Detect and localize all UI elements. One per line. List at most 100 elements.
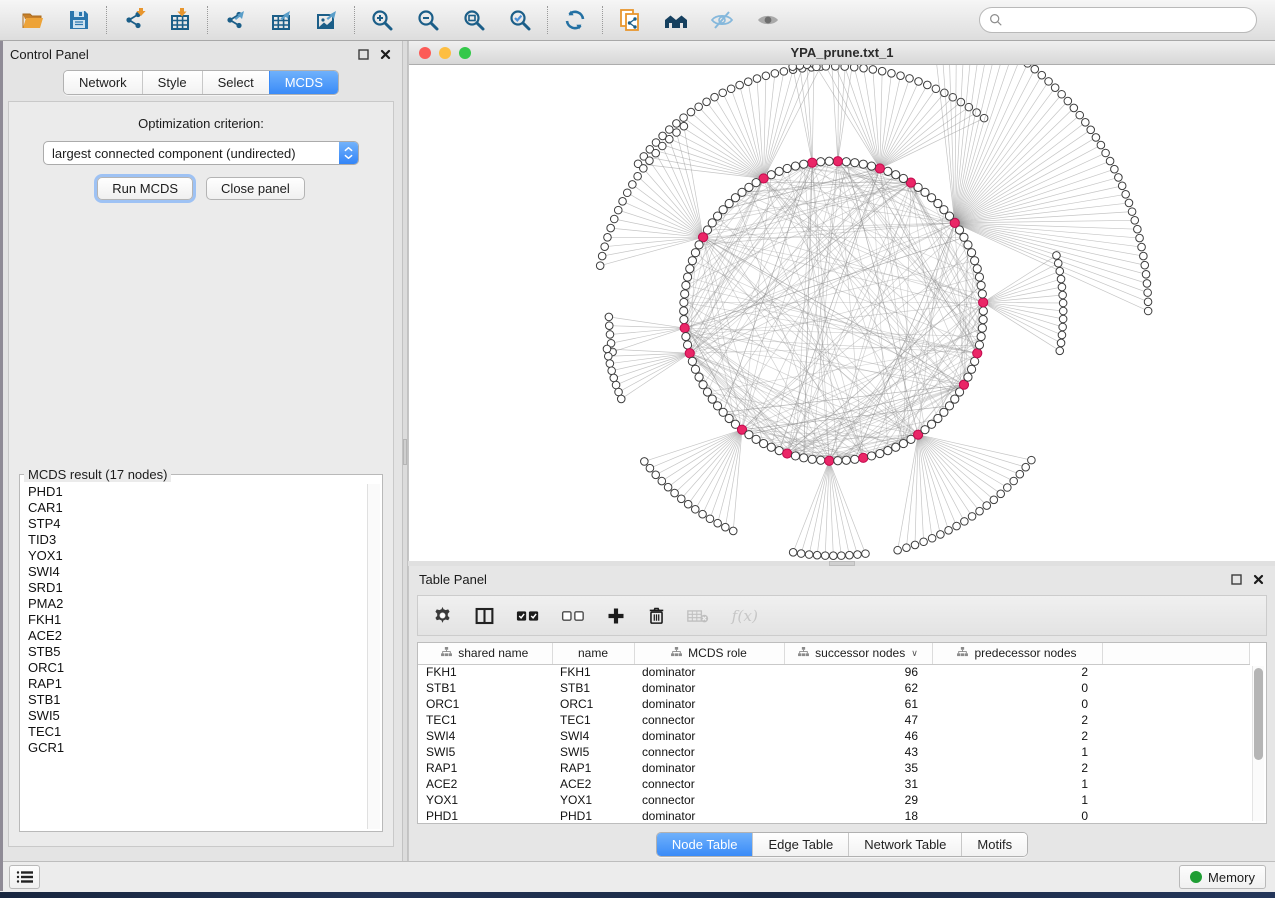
mcds-result-item[interactable]: FKH1	[22, 612, 366, 628]
memory-label: Memory	[1208, 870, 1255, 885]
table-row[interactable]: STB1STB1dominator620	[418, 680, 1250, 696]
deselect-all-icon[interactable]	[561, 604, 585, 628]
settings-icon[interactable]	[432, 604, 453, 628]
control-panel: Control Panel NetworkStyleSelectMCDS Opt…	[0, 41, 402, 861]
mcds-result-item[interactable]: YOX1	[22, 548, 366, 564]
export-image-icon[interactable]	[314, 7, 340, 33]
zoom-selected-icon[interactable]	[507, 7, 533, 33]
memory-button[interactable]: Memory	[1179, 865, 1266, 889]
tab-mcds[interactable]: MCDS	[269, 71, 338, 94]
open-icon[interactable]	[20, 7, 46, 33]
mcds-result-item[interactable]: PMA2	[22, 596, 366, 612]
table-scrollbar-thumb[interactable]	[1254, 668, 1263, 760]
tab-edge-table[interactable]: Edge Table	[752, 833, 848, 856]
mcds-result-item[interactable]: RAP1	[22, 676, 366, 692]
mcds-result-item[interactable]: TID3	[22, 532, 366, 548]
zoom-in-icon[interactable]	[369, 7, 395, 33]
table-toolbar: f(x)	[417, 595, 1267, 636]
table-row[interactable]: RAP1RAP1dominator352	[418, 760, 1250, 776]
copy-network-icon[interactable]	[617, 7, 643, 33]
column-header-MCDS-role[interactable]: MCDS role	[634, 643, 784, 664]
run-mcds-button[interactable]: Run MCDS	[97, 177, 193, 200]
zoom-out-icon[interactable]	[415, 7, 441, 33]
network-window-title: YPA_prune.txt_1	[790, 45, 893, 60]
mcds-result-item[interactable]: SRD1	[22, 580, 366, 596]
tab-motifs[interactable]: Motifs	[961, 833, 1027, 856]
import-table-icon[interactable]	[167, 7, 193, 33]
horizontal-splitter[interactable]	[408, 561, 1275, 566]
export-network-icon[interactable]	[222, 7, 248, 33]
delete-row-icon[interactable]	[647, 604, 666, 628]
column-header-filler	[1102, 643, 1250, 664]
export-table-icon[interactable]	[268, 7, 294, 33]
mcds-result-item[interactable]: SWI5	[22, 708, 366, 724]
optimization-criterion-label: Optimization criterion:	[138, 116, 264, 131]
float-panel-icon[interactable]	[357, 48, 370, 61]
mcds-result-list[interactable]: PHD1CAR1STP4TID3YOX1SWI4SRD1PMA2FKH1ACE2…	[22, 484, 366, 829]
mcds-result-item[interactable]: ORC1	[22, 660, 366, 676]
mcds-result-item[interactable]: STB1	[22, 692, 366, 708]
table-row[interactable]: SWI4SWI4dominator462	[418, 728, 1250, 744]
vertical-splitter[interactable]	[402, 41, 408, 861]
table-row[interactable]: PHD1PHD1dominator180	[418, 808, 1250, 824]
mcds-result-item[interactable]: CAR1	[22, 500, 366, 516]
mcds-result-item[interactable]: STP4	[22, 516, 366, 532]
hsplitter-grip[interactable]	[829, 561, 855, 566]
mcds-result-item[interactable]: SWI4	[22, 564, 366, 580]
mcds-result-item[interactable]: ACE2	[22, 628, 366, 644]
tab-network-table[interactable]: Network Table	[848, 833, 961, 856]
tab-network[interactable]: Network	[64, 71, 142, 94]
mcds-result-item[interactable]: GCR1	[22, 740, 366, 756]
search-input[interactable]	[1008, 12, 1247, 29]
window-edge	[0, 41, 3, 891]
float-table-panel-icon[interactable]	[1230, 573, 1243, 586]
refresh-icon[interactable]	[562, 7, 588, 33]
select-all-icon[interactable]	[516, 604, 540, 628]
task-history-button[interactable]	[9, 865, 40, 889]
node-table[interactable]: shared namenameMCDS rolesuccessor nodes∨…	[418, 643, 1250, 824]
network-canvas[interactable]	[409, 65, 1275, 561]
add-row-icon[interactable]	[606, 604, 626, 628]
tab-style[interactable]: Style	[142, 71, 202, 94]
column-header-name[interactable]: name	[552, 643, 634, 664]
table-scrollbar[interactable]	[1252, 666, 1264, 821]
traffic-lights	[419, 41, 471, 64]
columns-icon[interactable]	[474, 604, 495, 628]
mcds-result-item[interactable]: STB5	[22, 644, 366, 660]
table-row[interactable]: FKH1FKH1dominator962	[418, 664, 1250, 680]
import-network-icon[interactable]	[121, 7, 147, 33]
minimize-window-icon[interactable]	[439, 47, 451, 59]
maximize-window-icon[interactable]	[459, 47, 471, 59]
column-header-shared-name[interactable]: shared name	[418, 643, 552, 664]
close-panel-icon[interactable]	[379, 48, 392, 61]
mcds-result-item[interactable]: PHD1	[22, 484, 366, 500]
tab-node-table[interactable]: Node Table	[657, 833, 753, 856]
column-header-predecessor-nodes[interactable]: predecessor nodes	[932, 643, 1102, 664]
sort-indicator-icon[interactable]: ∨	[911, 648, 918, 659]
close-window-icon[interactable]	[419, 47, 431, 59]
table-row[interactable]: TEC1TEC1connector472	[418, 712, 1250, 728]
search-box[interactable]	[979, 7, 1257, 33]
mcds-result-item[interactable]: TEC1	[22, 724, 366, 740]
table-row[interactable]: YOX1YOX1connector291	[418, 792, 1250, 808]
network-window-titlebar[interactable]: YPA_prune.txt_1	[409, 41, 1275, 65]
shared-column-icon	[798, 646, 809, 660]
close-table-panel-icon[interactable]	[1252, 573, 1265, 586]
result-list-scrollbar[interactable]	[367, 484, 380, 829]
column-header-successor-nodes[interactable]: successor nodes∨	[784, 643, 932, 664]
zoom-fit-icon[interactable]	[461, 7, 487, 33]
main-toolbar	[0, 0, 1275, 41]
close-panel-button[interactable]: Close panel	[206, 177, 305, 200]
table-row[interactable]: ACE2ACE2connector311	[418, 776, 1250, 792]
first-neighbors-icon[interactable]	[663, 7, 689, 33]
hide-selected-icon[interactable]	[709, 7, 735, 33]
tab-select[interactable]: Select	[202, 71, 269, 94]
network-view[interactable]	[409, 65, 1275, 561]
control-panel-title: Control Panel	[10, 47, 89, 62]
splitter-grip[interactable]	[403, 439, 407, 465]
save-icon[interactable]	[66, 7, 92, 33]
show-all-icon[interactable]	[755, 7, 781, 33]
table-row[interactable]: ORC1ORC1dominator610	[418, 696, 1250, 712]
table-row[interactable]: SWI5SWI5connector431	[418, 744, 1250, 760]
criterion-select[interactable]: largest connected component (undirected)	[43, 141, 359, 165]
